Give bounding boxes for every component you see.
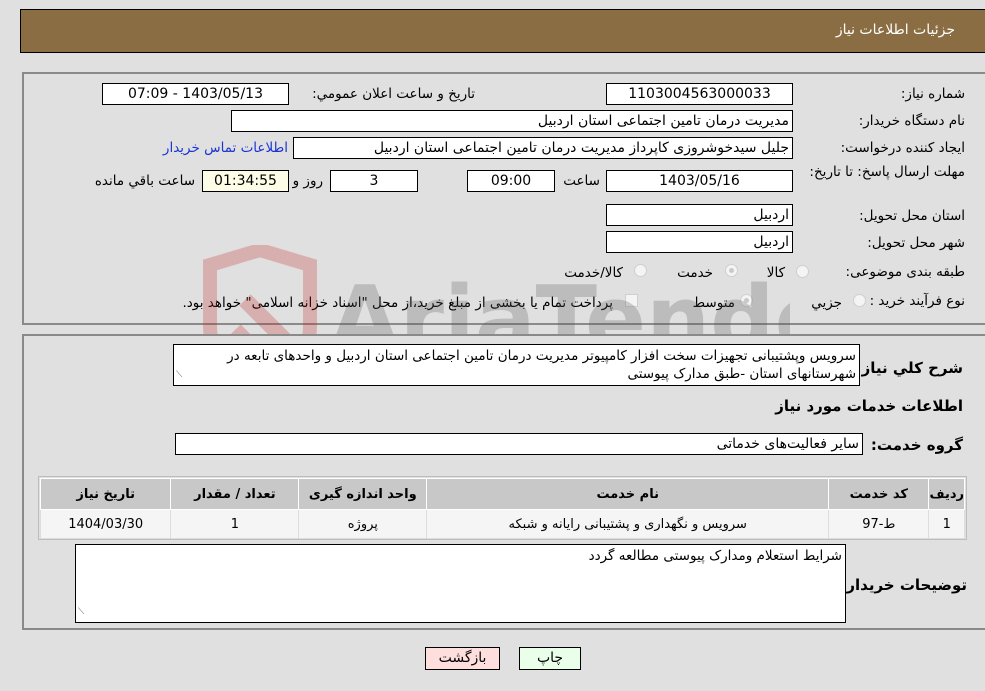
- buyer-notes-label: توضیحات خریدار:: [840, 576, 967, 594]
- process-radio-medium[interactable]: [740, 294, 753, 307]
- remaining-label: ساعت باقي مانده: [94, 173, 195, 189]
- buyer-contact-link[interactable]: اطلاعات تماس خریدار: [163, 140, 288, 156]
- province-field: اردبیل: [606, 204, 793, 226]
- cell-service-name: سرویس و نگهداری و پشتیبانی رایانه و شبکه: [426, 509, 830, 539]
- col-header-service-name: نام خدمت: [426, 478, 830, 510]
- service-group-label: گروه خدمت:: [870, 436, 963, 454]
- col-header-quantity: تعداد / مقدار: [170, 478, 300, 510]
- page-title: جزئیات اطلاعات نیاز: [835, 22, 955, 38]
- page-header: جزئیات اطلاعات نیاز: [20, 9, 985, 53]
- process-option-medium: متوسط: [692, 295, 735, 311]
- resize-grip-icon[interactable]: ⟋: [78, 603, 84, 621]
- category-label: طبقه بندی موضوعی:: [845, 264, 965, 280]
- services-heading: اطلاعات خدمات مورد نیاز: [775, 397, 963, 415]
- category-radio-service[interactable]: [725, 264, 738, 277]
- col-header-need-date: تاریخ نیاز: [39, 478, 172, 510]
- days-remaining-field: 3: [330, 170, 418, 192]
- process-option-minor: جزیي: [811, 295, 842, 311]
- back-button[interactable]: بازگشت: [425, 647, 500, 670]
- description-text: سرویس وپشتیبانی تجهیزات سخت افزار کامپیو…: [227, 348, 856, 382]
- city-label: شهر محل تحویل:: [867, 235, 965, 251]
- announce-label: تاریخ و ساعت اعلان عمومي:: [312, 86, 475, 102]
- table-header-row: ردیف کد خدمت نام خدمت واحد اندازه گیری ت…: [39, 478, 965, 510]
- deadline-date-field: 1403/05/16: [606, 170, 793, 192]
- service-group-field: سایر فعالیت‌های خدماتی: [175, 433, 863, 455]
- announce-datetime-field: 1403/05/13 - 07:09: [102, 83, 289, 105]
- category-radio-goods[interactable]: [796, 265, 809, 278]
- cell-need-date: 1404/03/30: [39, 509, 172, 539]
- cell-quantity: 1: [170, 509, 300, 539]
- col-header-service-code: کد خدمت: [828, 478, 930, 510]
- category-option-service: خدمت: [677, 265, 713, 281]
- category-option-goods: کالا: [766, 265, 785, 281]
- description-textarea[interactable]: سرویس وپشتیبانی تجهیزات سخت افزار کامپیو…: [173, 344, 860, 386]
- province-label: استان محل تحویل:: [859, 208, 965, 224]
- treasury-payment-checkbox[interactable]: [625, 294, 638, 307]
- print-button[interactable]: چاپ: [519, 647, 581, 670]
- category-radio-goods-service[interactable]: [634, 264, 647, 277]
- deadline-time-label: ساعت: [563, 173, 600, 189]
- city-field: اردبیل: [606, 231, 793, 253]
- deadline-label: مهلت ارسال پاسخ: تا تاریخ:: [809, 164, 965, 180]
- process-label: نوع فرآیند خرید :: [869, 293, 965, 309]
- need-number-field: 1103004563000033: [606, 83, 793, 105]
- col-header-unit: واحد اندازه گیری: [298, 478, 428, 510]
- days-label: روز و: [292, 173, 323, 189]
- treasury-payment-note: پرداخت تمام یا بخشی از مبلغ خرید،از محل …: [182, 295, 613, 311]
- buyer-org-field: مدیریت درمان تامین اجتماعی استان اردبیل: [231, 110, 793, 132]
- buyer-org-label: نام دستگاه خریدار:: [858, 113, 965, 129]
- cell-row-number: 1: [928, 509, 965, 539]
- creator-field: جلیل سیدخوشروزی کاپرداز مدیریت درمان تام…: [293, 137, 793, 159]
- buyer-notes-text: شرایط استعلام ومدارک پیوستی مطالعه گردد: [588, 548, 842, 564]
- creator-label: ایجاد کننده درخواست:: [840, 140, 965, 156]
- deadline-time-field: 09:00: [467, 170, 555, 192]
- col-header-row-number: ردیف: [928, 478, 965, 510]
- process-radio-minor[interactable]: [853, 294, 866, 307]
- category-option-goods-service: کالا/خدمت: [564, 265, 623, 281]
- buyer-notes-textarea[interactable]: شرایط استعلام ومدارک پیوستی مطالعه گردد …: [75, 544, 846, 623]
- services-table: ردیف کد خدمت نام خدمت واحد اندازه گیری ت…: [39, 478, 965, 539]
- table-row: 1 ط-97 سرویس و نگهداری و پشتیبانی رایانه…: [39, 509, 965, 539]
- resize-grip-icon[interactable]: ⟋: [176, 366, 182, 384]
- cell-service-code: ط-97: [828, 509, 930, 539]
- cell-unit: پروژه: [298, 509, 428, 539]
- remaining-time-field: 01:34:55: [202, 170, 289, 192]
- description-label: شرح کلي نیاز:: [855, 359, 963, 377]
- need-number-label: شماره نیاز:: [900, 86, 965, 102]
